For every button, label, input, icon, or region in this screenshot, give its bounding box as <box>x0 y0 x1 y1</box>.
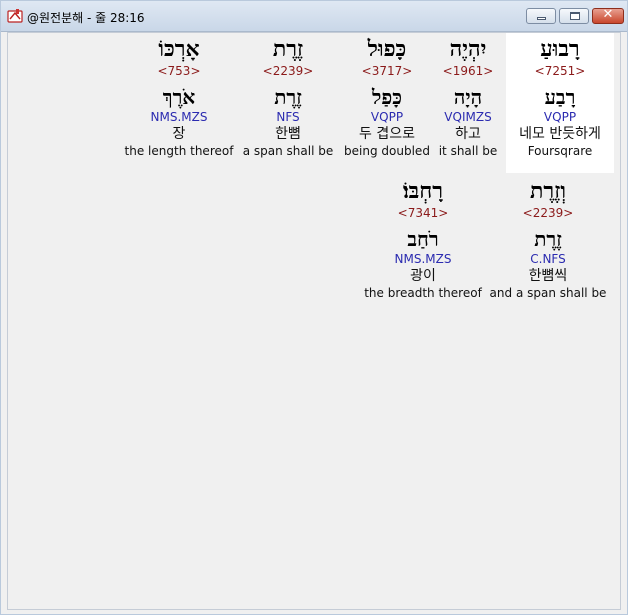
strong-number[interactable]: <7251> <box>506 63 614 79</box>
app-book-icon[interactable] <box>7 8 23 24</box>
strong-number[interactable]: <2239> <box>240 63 336 79</box>
hebrew-lemma: זֶרֶת <box>274 85 302 109</box>
english-gloss: the length thereof <box>124 144 234 158</box>
window-title: @원전분해 - 줄 28:16 <box>27 11 145 25</box>
hebrew-word: כָּפוּל <box>367 36 407 62</box>
morphology-code: NFS <box>276 110 300 124</box>
strong-number[interactable]: <1961> <box>428 63 508 79</box>
hebrew-word: רָבוּעַ <box>540 36 580 62</box>
hebrew-word: וְזֶרֶת <box>530 178 566 204</box>
morphology-code: VQIMZS <box>444 110 492 124</box>
hebrew-lemma: כָּפַל <box>371 85 402 109</box>
word-block[interactable]: זֶרֶת <2239> זֶרֶת NFS 한뼘 a span shall b… <box>240 37 336 159</box>
hebrew-lemma: רָבַע <box>544 85 576 109</box>
word-block[interactable]: רָבוּעַ <7251> רָבַע VQPP 네모 반듯하게 Foursq… <box>506 37 614 159</box>
english-gloss: and a span shall be <box>489 286 607 300</box>
hebrew-word: אָרְכּוֹ <box>158 36 200 62</box>
maximize-icon <box>570 12 580 20</box>
korean-gloss: 광이 <box>410 268 436 284</box>
strong-number[interactable]: <7341> <box>364 205 482 221</box>
morphology-code: VQPP <box>370 110 404 124</box>
korean-gloss: 네모 반듯하게 <box>519 126 601 142</box>
korean-gloss: 장 <box>172 126 186 142</box>
english-gloss: the breadth thereof <box>364 286 482 300</box>
english-gloss: Foursqrare <box>527 144 593 158</box>
hebrew-word: יִהְיֶה <box>449 36 487 62</box>
strong-number[interactable]: <3717> <box>342 63 432 79</box>
maximize-button[interactable] <box>559 8 589 24</box>
hebrew-lemma: הָיָה <box>453 85 483 109</box>
morphology-code: C.NFS <box>530 252 566 266</box>
word-block[interactable]: יִהְיֶה <1961> הָיָה VQIMZS 하고 it shall … <box>428 37 508 159</box>
title-bar[interactable]: @원전분해 - 줄 28:16 ✕ <box>1 1 627 32</box>
word-block[interactable]: כָּפוּל <3717> כָּפַל VQPP 두 겹으로 being d… <box>342 37 432 159</box>
morphology-code: NMS.MZS <box>150 110 208 124</box>
hebrew-lemma: אֹרֶךְ <box>162 85 196 109</box>
hebrew-lemma: רֹחַב <box>407 227 439 251</box>
strong-number[interactable]: <753> <box>124 63 234 79</box>
morphology-code: NMS.MZS <box>394 252 452 266</box>
interlinear-content: רָבוּעַ <7251> רָבַע VQPP 네모 반듯하게 Foursq… <box>7 32 621 610</box>
hebrew-word: זֶרֶת <box>272 36 304 62</box>
korean-gloss: 한뼘씩 <box>528 268 568 284</box>
close-icon: ✕ <box>602 7 614 22</box>
interlinear-window: @원전분해 - 줄 28:16 ✕ רָבוּעַ <7251> רָבַע V… <box>0 0 628 615</box>
morphology-code: VQPP <box>543 110 577 124</box>
english-gloss: being doubled <box>344 144 430 158</box>
word-block[interactable]: רָחְבּוֹ׃ <7341> רֹחַב NMS.MZS 광이 the br… <box>364 179 482 301</box>
minimize-button[interactable] <box>526 8 556 24</box>
word-block[interactable]: אָרְכּוֹ <753> אֹרֶךְ NMS.MZS 장 the leng… <box>124 37 234 159</box>
hebrew-word: רָחְבּוֹ׃ <box>402 178 444 204</box>
english-gloss: a span shall be <box>242 144 334 158</box>
strong-number[interactable]: <2239> <box>486 205 610 221</box>
korean-gloss: 두 겹으로 <box>359 126 415 142</box>
english-gloss: it shall be <box>438 144 498 158</box>
korean-gloss: 한뼘 <box>275 126 301 142</box>
minimize-icon <box>537 17 546 20</box>
word-block[interactable]: וְזֶרֶת <2239> זֶרֶת C.NFS 한뼘씩 and a spa… <box>486 179 610 301</box>
hebrew-lemma: זֶרֶת <box>534 227 562 251</box>
korean-gloss: 하고 <box>455 126 481 142</box>
close-button[interactable]: ✕ <box>592 7 624 24</box>
